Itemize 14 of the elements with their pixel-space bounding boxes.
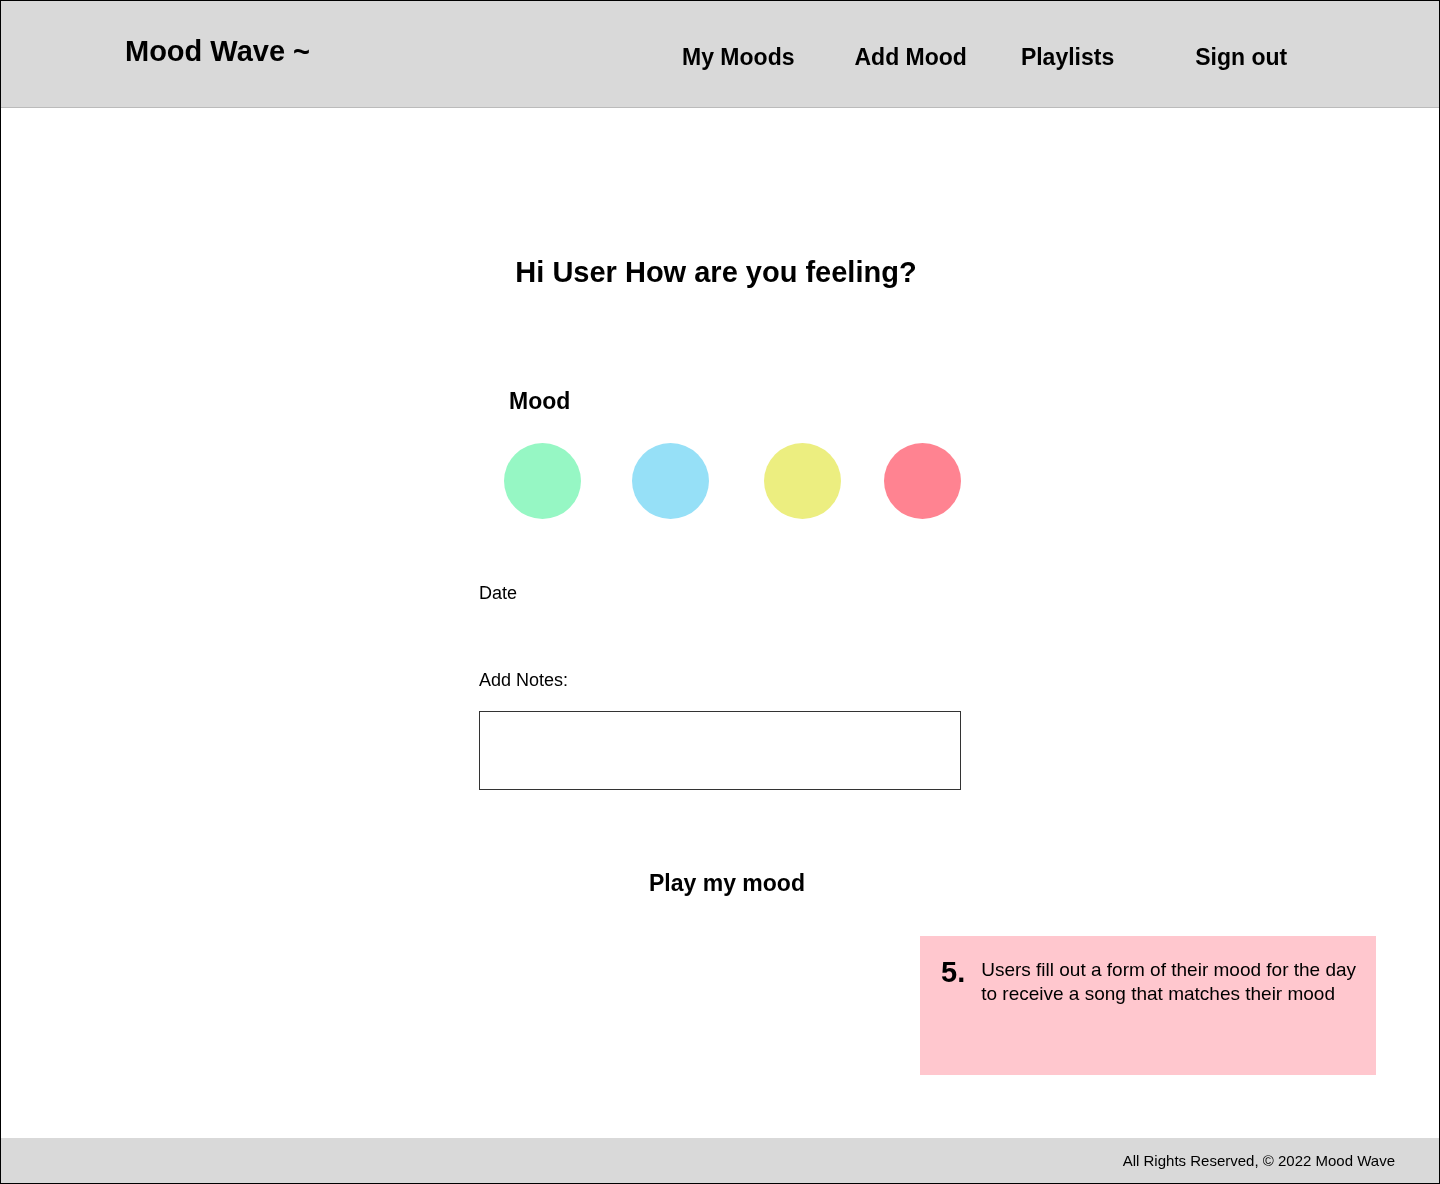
note-number: 5.	[941, 958, 966, 987]
form-heading: Hi User How are you feeling?	[514, 256, 918, 289]
play-mood-button[interactable]: Play my mood	[649, 870, 805, 897]
nav-link[interactable]: Sign out	[1195, 44, 1288, 71]
notes-field[interactable]	[479, 711, 961, 790]
nav-link[interactable]: My Moods	[682, 44, 795, 71]
footer-text: All Rights Reserved, © 2022 Mood Wave	[1122, 1152, 1395, 1169]
nav-link[interactable]: Playlists	[1020, 44, 1115, 71]
nav-link[interactable]: Add Mood	[854, 44, 967, 71]
logo: Mood Wave ~	[125, 35, 311, 68]
date-label: Date	[479, 583, 518, 604]
note-text: Users fill out a form of their mood for the day to receive a song that matches their mood	[981, 958, 1358, 1006]
notes-label: Add Notes:	[479, 670, 569, 691]
mood-label: Mood	[509, 388, 571, 415]
